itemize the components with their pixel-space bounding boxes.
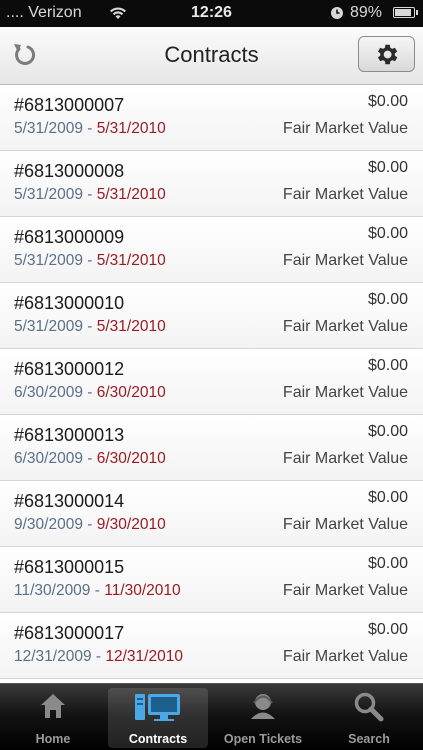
contract-dates: 6/30/2009 - 6/30/2010 [14, 384, 166, 402]
end-date: 6/30/2010 [96, 384, 166, 401]
navigation-bar: Contracts [0, 27, 423, 85]
gear-icon [377, 44, 398, 65]
contract-amount: $0.00 [367, 357, 408, 374]
contract-dates: 9/30/2009 - 9/30/2010 [14, 516, 166, 534]
contract-type: Fair Market Value [282, 516, 408, 533]
end-date: 9/30/2010 [96, 516, 166, 533]
contract-amount: $0.00 [367, 621, 408, 638]
contract-number: #6813000007 [14, 95, 125, 115]
date-separator: - [82, 516, 97, 533]
date-separator: - [91, 648, 106, 665]
contracts-icon [135, 694, 180, 721]
tab-contracts[interactable]: Contracts [108, 688, 208, 748]
alarm-icon [331, 7, 343, 19]
start-date: 5/31/2009 [14, 318, 83, 335]
start-date: 6/30/2009 [14, 384, 83, 401]
start-date: 5/31/2009 [14, 186, 83, 203]
settings-button[interactable] [358, 36, 415, 72]
contract-dates: 5/31/2009 - 5/31/2010 [14, 120, 166, 138]
contract-amount: $0.00 [367, 93, 408, 110]
tab-label: Open Tickets [223, 732, 303, 746]
search-icon [354, 692, 384, 722]
end-date: 5/31/2010 [96, 186, 166, 203]
contract-row[interactable]: #6813000010 5/31/2009 - 5/31/2010 $0.00 … [0, 283, 423, 349]
contract-list: #6813000007 5/31/2009 - 5/31/2010 $0.00 … [0, 85, 423, 679]
status-bar: .... Verizon 12:26 89% [0, 0, 423, 27]
date-separator: - [82, 450, 97, 467]
start-date: 5/31/2009 [14, 252, 83, 269]
contract-type: Fair Market Value [282, 384, 408, 401]
date-separator: - [90, 582, 105, 599]
contract-number: #6813000010 [14, 293, 125, 313]
contract-number: #6813000015 [14, 557, 125, 577]
contract-type: Fair Market Value [282, 186, 408, 203]
battery-percent: 89% [350, 4, 383, 21]
tab-bar: Home Contracts Open Tickets Search [0, 683, 423, 750]
tab-label: Home [35, 732, 71, 746]
contract-number: #6813000008 [14, 161, 125, 181]
contract-type: Fair Market Value [282, 120, 408, 137]
end-date: 12/31/2010 [105, 648, 183, 665]
contract-row[interactable]: #6813000014 9/30/2009 - 9/30/2010 $0.00 … [0, 481, 423, 547]
start-date: 5/31/2009 [14, 120, 83, 137]
contract-dates: 5/31/2009 - 5/31/2010 [14, 318, 166, 336]
date-separator: - [82, 186, 97, 203]
tab-search[interactable]: Search [319, 688, 419, 748]
contract-number: #6813000013 [14, 425, 125, 445]
contract-amount: $0.00 [367, 225, 408, 242]
tab-home[interactable]: Home [3, 688, 103, 748]
date-separator: - [82, 318, 97, 335]
date-separator: - [82, 252, 97, 269]
contract-row[interactable]: #6813000012 6/30/2009 - 6/30/2010 $0.00 … [0, 349, 423, 415]
tab-label: Contracts [128, 732, 188, 746]
contract-type: Fair Market Value [282, 252, 408, 269]
contract-row[interactable]: #6813000017 12/31/2009 - 12/31/2010 $0.0… [0, 613, 423, 679]
contract-dates: 12/31/2009 - 12/31/2010 [14, 648, 183, 666]
contract-row[interactable]: #6813000013 6/30/2009 - 6/30/2010 $0.00 … [0, 415, 423, 481]
contract-number: #6813000017 [14, 623, 125, 643]
date-separator: - [82, 384, 97, 401]
home-icon [41, 694, 65, 718]
contract-dates: 6/30/2009 - 6/30/2010 [14, 450, 166, 468]
end-date: 5/31/2010 [96, 252, 166, 269]
tab-open-tickets[interactable]: Open Tickets [213, 688, 313, 748]
end-date: 6/30/2010 [96, 450, 166, 467]
contract-number: #6813000012 [14, 359, 125, 379]
contract-number: #6813000014 [14, 491, 125, 511]
contract-amount: $0.00 [367, 555, 408, 572]
contract-row[interactable]: #6813000009 5/31/2009 - 5/31/2010 $0.00 … [0, 217, 423, 283]
contract-amount: $0.00 [367, 489, 408, 506]
contract-row[interactable]: #6813000015 11/30/2009 - 11/30/2010 $0.0… [0, 547, 423, 613]
contract-number: #6813000009 [14, 227, 125, 247]
tab-label: Search [348, 732, 390, 746]
tickets-icon [251, 694, 275, 719]
end-date: 5/31/2010 [96, 318, 166, 335]
contract-row[interactable]: #6813000007 5/31/2009 - 5/31/2010 $0.00 … [0, 85, 423, 151]
contract-row[interactable]: #6813000008 5/31/2009 - 5/31/2010 $0.00 … [0, 151, 423, 217]
contract-type: Fair Market Value [282, 582, 408, 599]
contract-dates: 11/30/2009 - 11/30/2010 [14, 582, 181, 600]
end-date: 11/30/2010 [104, 582, 181, 599]
end-date: 5/31/2010 [96, 120, 166, 137]
start-date: 12/31/2009 [14, 648, 92, 665]
contract-type: Fair Market Value [282, 648, 408, 665]
start-date: 9/30/2009 [14, 516, 83, 533]
contract-type: Fair Market Value [282, 450, 408, 467]
start-date: 6/30/2009 [14, 450, 83, 467]
contract-dates: 5/31/2009 - 5/31/2010 [14, 186, 166, 204]
contract-amount: $0.00 [367, 159, 408, 176]
contract-type: Fair Market Value [282, 318, 408, 335]
contract-amount: $0.00 [367, 291, 408, 308]
date-separator: - [82, 120, 97, 137]
contract-amount: $0.00 [367, 423, 408, 440]
start-date: 11/30/2009 [14, 582, 91, 599]
battery-icon [393, 7, 418, 18]
contract-dates: 5/31/2009 - 5/31/2010 [14, 252, 166, 270]
